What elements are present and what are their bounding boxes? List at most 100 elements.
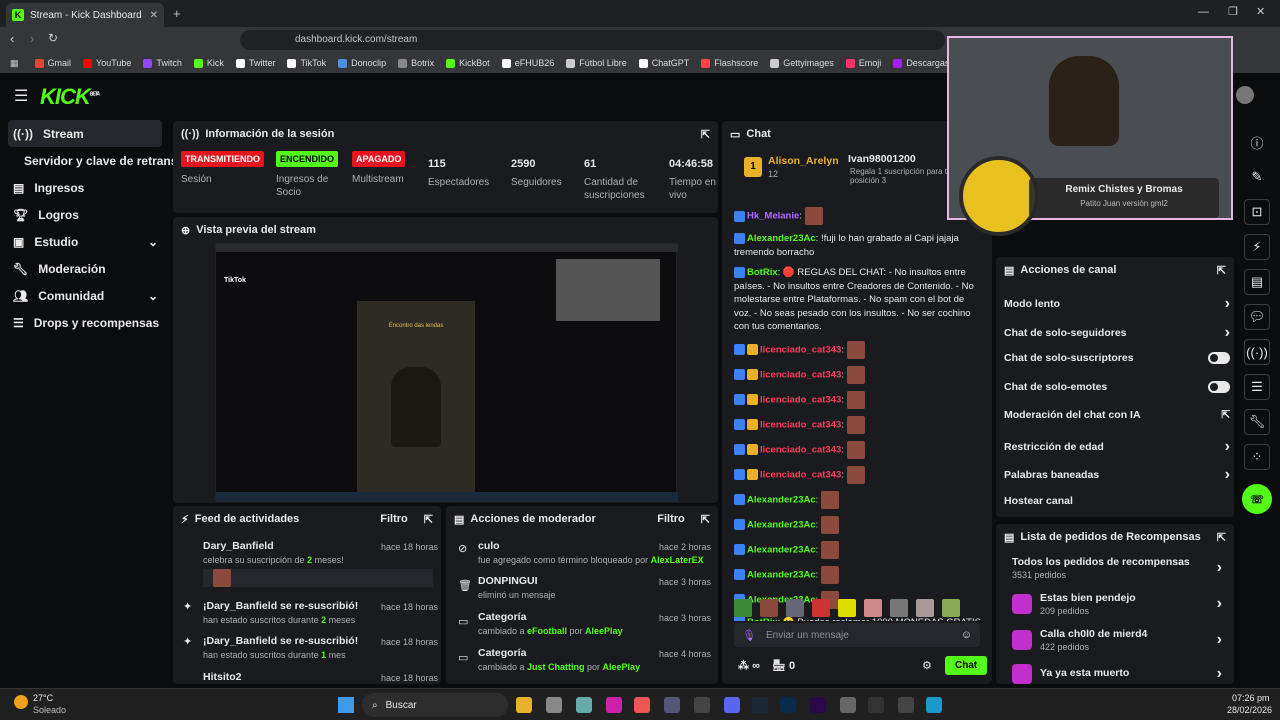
chat-username[interactable]: Alexander23Ac	[747, 544, 816, 555]
chat-message[interactable]: licenciado_cat343:	[722, 390, 992, 409]
bookmark-item[interactable]: YouTube	[77, 58, 137, 68]
bookmark-item[interactable]: Emoji	[840, 58, 888, 68]
reward-row[interactable]: Calla ch0l0 de mierd4 422 pedidos ›	[1012, 628, 1222, 652]
widgets-icon[interactable]: ⁘	[1244, 444, 1270, 470]
chat-input[interactable]: 🎙︎ Enviar un mensaje ☺	[734, 623, 980, 647]
app-icon[interactable]	[576, 697, 592, 713]
chat-message[interactable]: Alexander23Ac:	[722, 540, 992, 559]
app-icon[interactable]	[694, 697, 710, 713]
apps-icon[interactable]: ▦	[0, 58, 29, 69]
chat-send-button[interactable]: Chat	[945, 656, 988, 675]
premiere-icon[interactable]	[810, 697, 826, 713]
obs-icon[interactable]	[868, 697, 884, 713]
forward-icon[interactable]: ›	[30, 31, 34, 46]
emote[interactable]	[812, 599, 830, 617]
points-icon[interactable]: ⁂ ∞	[738, 659, 760, 672]
edge-icon[interactable]	[926, 697, 942, 713]
kick-logo[interactable]: KICKBETA	[40, 84, 100, 110]
support-icon[interactable]: ☏	[1242, 484, 1272, 514]
reload-icon[interactable]: ↻	[48, 31, 58, 45]
channel-action-row[interactable]: Chat de solo-emotes	[1004, 380, 1230, 393]
settings-icon[interactable]	[840, 697, 856, 713]
info-icon[interactable]: ⓘ	[1244, 129, 1270, 155]
bookmark-item[interactable]: Flashscore	[695, 58, 764, 68]
chat-message[interactable]: licenciado_cat343:	[722, 340, 992, 359]
sidebar-item-drops[interactable]: ☰ Drops y recompensas	[0, 309, 170, 336]
emoji-icon[interactable]: ☺	[961, 629, 972, 641]
chat-username[interactable]: Hk_Melanie	[747, 211, 799, 222]
emote[interactable]	[786, 599, 804, 617]
toggle-switch[interactable]	[1208, 352, 1230, 364]
hamburger-menu-icon[interactable]: ☰	[14, 86, 28, 106]
reward-row[interactable]: Ya ya esta muerto ›	[1012, 664, 1222, 684]
lightning-icon[interactable]: ⚡︎	[1244, 234, 1270, 260]
chat-message[interactable]: Alexander23Ac:	[722, 515, 992, 534]
channel-action-row[interactable]: Hostear canal	[1004, 495, 1230, 507]
bookmark-item[interactable]: Twitch	[137, 58, 188, 68]
chat-username[interactable]: Alexander23Ac	[747, 494, 816, 505]
popout-icon[interactable]: ⇱	[701, 128, 710, 141]
broadcast-icon[interactable]: ((·))	[1244, 339, 1270, 365]
wrench-icon[interactable]: 🔧︎	[1244, 409, 1270, 435]
bookmark-item[interactable]: Gettyimages	[764, 58, 840, 68]
channel-action-row[interactable]: Modo lento ›	[1004, 295, 1230, 313]
sidebar-item-community[interactable]: 👥︎ Comunidad ⌄	[0, 282, 170, 309]
bookmark-item[interactable]: KickBot	[440, 58, 496, 68]
chat-message[interactable]: Alexander23Ac:	[722, 490, 992, 509]
bookmark-item[interactable]: Donoclip	[332, 58, 392, 68]
emote[interactable]	[760, 599, 778, 617]
chat-username[interactable]: licenciado_cat343	[760, 394, 841, 405]
maximize-icon[interactable]: ❐	[1228, 5, 1238, 18]
emote[interactable]	[838, 599, 856, 617]
brave-icon[interactable]	[634, 697, 650, 713]
app-icon[interactable]	[664, 697, 680, 713]
chat-username[interactable]: Alexander23Ac	[747, 233, 816, 244]
toggle-switch[interactable]	[1208, 380, 1230, 393]
file-explorer-icon[interactable]	[516, 697, 532, 713]
photoshop-icon[interactable]	[780, 697, 796, 713]
avatar[interactable]	[1236, 86, 1254, 104]
bookmark-item[interactable]: Kick	[188, 58, 230, 68]
steam-icon[interactable]	[752, 697, 768, 713]
list-icon[interactable]: ☰	[1244, 374, 1270, 400]
stream-preview-video[interactable]: TikTok Encontro das lendas	[215, 243, 678, 502]
chat-username[interactable]: licenciado_cat343	[760, 344, 841, 355]
windows-start-icon[interactable]	[338, 697, 354, 713]
sidebar-item-stream[interactable]: ((·)) Stream	[8, 120, 162, 147]
chat-message[interactable]: licenciado_cat343:	[722, 440, 992, 459]
chat-username[interactable]: licenciado_cat343	[760, 444, 841, 455]
chat-username[interactable]: licenciado_cat343	[760, 419, 841, 430]
settings-gear-icon[interactable]: ⚙	[922, 659, 932, 672]
app-icon[interactable]	[546, 697, 562, 713]
popout-icon[interactable]: ⇱	[424, 513, 433, 526]
bookmark-item[interactable]: Twitter	[230, 58, 282, 68]
discord-icon[interactable]	[724, 697, 740, 713]
close-tab-icon[interactable]: ✕	[150, 10, 158, 21]
feed-filter-button[interactable]: Filtro	[380, 513, 408, 525]
chat-username[interactable]: BotRix	[747, 267, 778, 278]
bookmark-item[interactable]: Gmail	[29, 58, 78, 68]
edit-icon[interactable]: ✎	[1244, 164, 1270, 190]
mic-icon[interactable]: 🎙︎	[742, 629, 756, 642]
minimize-icon[interactable]: —	[1198, 6, 1209, 18]
emote[interactable]	[890, 599, 908, 617]
mod-filter-button[interactable]: Filtro	[657, 513, 685, 525]
taskbar-search[interactable]: ⌕ Buscar	[362, 693, 508, 717]
browser-tab[interactable]: K Stream - Kick Dashboard ✕	[6, 3, 164, 27]
bookmark-item[interactable]: eFHUB26	[496, 58, 561, 68]
sidebar-item-moderation[interactable]: 🔧︎ Moderación	[0, 255, 170, 282]
chat-username[interactable]: licenciado_cat343	[760, 469, 841, 480]
bookmark-item[interactable]: TikTok	[281, 58, 332, 68]
channel-action-row[interactable]: Palabras baneadas ›	[1004, 466, 1230, 484]
chat-message[interactable]: Alexander23Ac: !fuji lo han grabado al C…	[722, 232, 992, 259]
emote[interactable]	[864, 599, 882, 617]
channel-action-row[interactable]: Moderación del chat con IA ⇱	[1004, 409, 1230, 421]
chat-message[interactable]: BotRix: 🛑 REGLAS DEL CHAT: - No insultos…	[722, 266, 992, 334]
chat-message[interactable]: Alexander23Ac:	[722, 565, 992, 584]
emote[interactable]	[734, 599, 752, 617]
chat-username[interactable]: Alexander23Ac	[747, 519, 816, 530]
document-icon[interactable]: ▤	[1244, 269, 1270, 295]
overlay-icon[interactable]: ⊡	[1244, 199, 1270, 225]
sidebar-item-studio[interactable]: ▣ Estudio ⌄	[0, 228, 170, 255]
chat-message[interactable]: licenciado_cat343:	[722, 415, 992, 434]
